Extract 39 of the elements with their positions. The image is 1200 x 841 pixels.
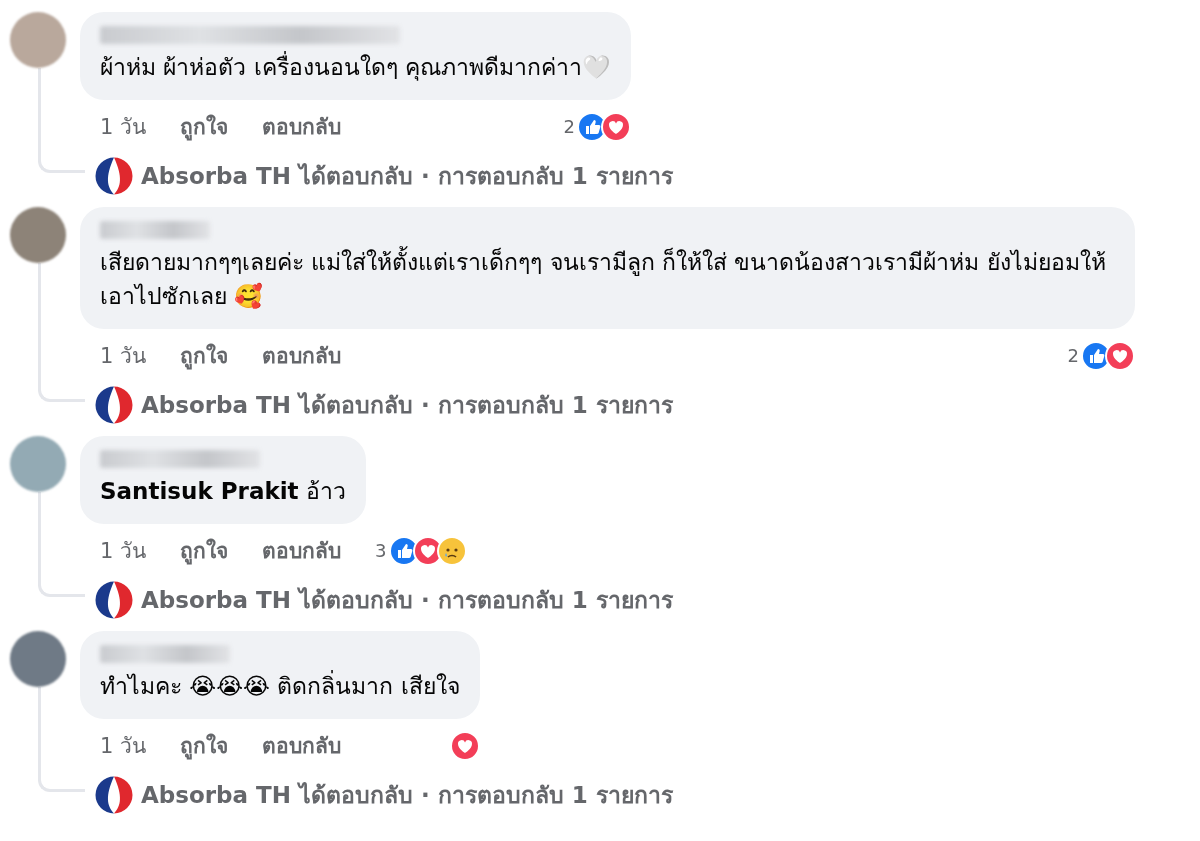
reply-author-link[interactable]: Absorba TH (141, 392, 292, 418)
comment-time: 1 วัน (100, 114, 147, 141)
reaction-count: 3 (375, 540, 387, 561)
comment-time: 1 วัน (100, 733, 147, 760)
page-logo-icon (95, 776, 133, 814)
comment-text: Santisuk Prakit อ้าว (100, 477, 346, 506)
reply-link[interactable]: ตอบกลับ (262, 110, 342, 143)
avatar-placeholder[interactable] (10, 436, 66, 492)
heart-reaction-icon (449, 730, 480, 761)
reply-author-link[interactable]: Absorba TH (141, 163, 292, 189)
comment-text: เสียดายมากๆๆเลยค่ะ แม่ใส่ให้ตั้งแต่เราเด็กๆๆ จนเรามีลูก ก็ให้ใส่ ขนาดน้องสาวเรามีผ้าห่ม ยังไม่ยอมให้เอาไปซักเลย 🥰 (100, 245, 1115, 313)
reply-author-link[interactable]: Absorba TH (141, 782, 292, 808)
heart-reaction-icon (1105, 340, 1135, 371)
like-link[interactable]: ถูกใจ (180, 110, 229, 143)
reply-author-link[interactable]: Absorba TH (141, 587, 292, 613)
avatar-placeholder[interactable] (10, 12, 66, 68)
comment-time: 1 วัน (100, 538, 147, 565)
comment-text: ผ้าห่ม ผ้าห่อตัว เครื่องนอนใดๆ คุณภาพดีมากค่าา🤍 (100, 50, 611, 84)
sad-face-reaction-icon (436, 535, 467, 566)
page-logo-icon (95, 386, 133, 424)
reply-summary-link[interactable]: ได้ตอบกลับ · การตอบกลับ 1 รายการ (299, 582, 673, 618)
heart-reaction-icon (600, 111, 631, 142)
page-logo-icon (95, 581, 133, 619)
reply-link[interactable]: ตอบกลับ (262, 339, 342, 372)
page-logo-icon (95, 157, 133, 195)
like-link[interactable]: ถูกใจ (180, 534, 229, 567)
avatar-placeholder[interactable] (10, 631, 66, 687)
like-link[interactable]: ถูกใจ (180, 339, 229, 372)
reply-summary-link[interactable]: ได้ตอบกลับ · การตอบกลับ 1 รายการ (299, 777, 673, 813)
avatar-placeholder[interactable] (10, 207, 66, 263)
reply-summary-link[interactable]: ได้ตอบกลับ · การตอบกลับ 1 รายการ (299, 387, 673, 423)
reaction-count: 2 (563, 116, 575, 137)
reply-summary-link[interactable]: ได้ตอบกลับ · การตอบกลับ 1 รายการ (299, 158, 673, 194)
reaction-count: 2 (1067, 345, 1079, 366)
comment-time: 1 วัน (100, 343, 147, 370)
reply-link[interactable]: ตอบกลับ (262, 534, 342, 567)
reply-link[interactable]: ตอบกลับ (262, 729, 342, 762)
like-link[interactable]: ถูกใจ (180, 729, 229, 762)
comment-text: ทำไมคะ 😭😭😭 ติดกลิ่นมาก เสียใจ (100, 669, 460, 703)
